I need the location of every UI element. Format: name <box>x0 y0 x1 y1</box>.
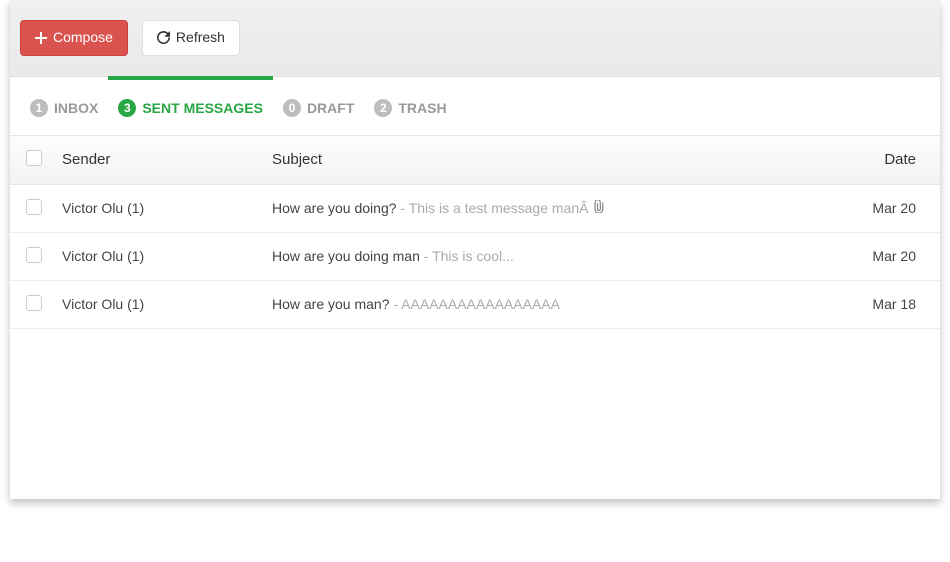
badge-count: 1 <box>30 99 48 117</box>
badge-count: 2 <box>374 99 392 117</box>
refresh-button[interactable]: Refresh <box>142 20 240 56</box>
select-all-checkbox[interactable] <box>26 150 42 166</box>
sender-cell: Victor Olu (1) <box>52 184 262 232</box>
row-checkbox[interactable] <box>26 247 42 263</box>
subject-cell: How are you man? - AAAAAAAAAAAAAAAAA <box>262 280 818 328</box>
tab-label: DRAFT <box>307 100 354 116</box>
subject-cell: How are you doing man - This is cool... <box>262 232 818 280</box>
refresh-icon <box>157 31 170 44</box>
sender-cell: Victor Olu (1) <box>52 232 262 280</box>
tab-trash[interactable]: 2 TRASH <box>364 85 456 135</box>
plus-icon <box>35 32 47 44</box>
tab-label: SENT MESSAGES <box>142 100 263 116</box>
subject-text: How are you doing man <box>272 248 420 264</box>
folder-tabs: 1 INBOX 3 SENT MESSAGES 0 DRAFT 2 TRASH <box>10 85 940 135</box>
empty-area <box>10 329 940 499</box>
tab-inbox[interactable]: 1 INBOX <box>20 85 108 135</box>
table-row[interactable]: Victor Olu (1) How are you doing? - This… <box>10 184 940 232</box>
sender-cell: Victor Olu (1) <box>52 280 262 328</box>
col-subject: Subject <box>262 135 818 184</box>
table-header-row: Sender Subject Date <box>10 135 940 184</box>
preview-text: - This is cool... <box>420 248 514 264</box>
mail-app: Compose Refresh 1 INBOX 3 SENT MESSAGES … <box>10 0 940 499</box>
col-date: Date <box>818 135 940 184</box>
preview-text: - AAAAAAAAAAAAAAAAA <box>390 296 560 312</box>
preview-text: - This is a test message manÂ <box>397 200 593 216</box>
tab-label: TRASH <box>398 100 446 116</box>
compose-label: Compose <box>53 28 113 48</box>
date-cell: Mar 20 <box>818 184 940 232</box>
tab-sent-messages[interactable]: 3 SENT MESSAGES <box>108 85 273 135</box>
paperclip-icon <box>592 200 605 216</box>
table-row[interactable]: Victor Olu (1) How are you man? - AAAAAA… <box>10 280 940 328</box>
badge-count: 3 <box>118 99 136 117</box>
col-checkbox <box>10 135 52 184</box>
subject-text: How are you man? <box>272 296 390 312</box>
tab-label: INBOX <box>54 100 98 116</box>
table-row[interactable]: Victor Olu (1) How are you doing man - T… <box>10 232 940 280</box>
message-table: Sender Subject Date Victor Olu (1) How a… <box>10 135 940 329</box>
date-cell: Mar 18 <box>818 280 940 328</box>
refresh-label: Refresh <box>176 28 225 48</box>
toolbar: Compose Refresh <box>10 0 940 77</box>
col-sender: Sender <box>52 135 262 184</box>
tab-draft[interactable]: 0 DRAFT <box>273 85 364 135</box>
badge-count: 0 <box>283 99 301 117</box>
row-checkbox[interactable] <box>26 199 42 215</box>
compose-button[interactable]: Compose <box>20 20 128 56</box>
subject-text: How are you doing? <box>272 200 397 216</box>
row-checkbox[interactable] <box>26 295 42 311</box>
date-cell: Mar 20 <box>818 232 940 280</box>
subject-cell: How are you doing? - This is a test mess… <box>262 184 818 232</box>
